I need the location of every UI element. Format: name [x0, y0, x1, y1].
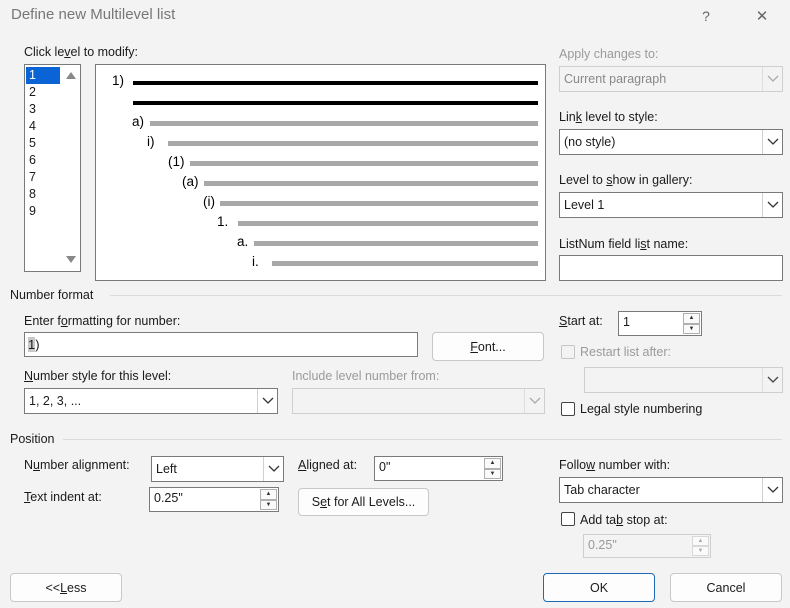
level-item[interactable]: 4 — [26, 118, 60, 135]
preview-label-8: a. — [237, 234, 249, 249]
level-list-label: Click level to modify: — [24, 45, 138, 59]
chevron-down-icon — [524, 389, 544, 413]
level-item[interactable]: 9 — [26, 203, 60, 220]
listnum-input[interactable] — [559, 255, 783, 281]
level-item[interactable]: 1 — [26, 67, 60, 84]
chevron-down-icon — [762, 130, 782, 154]
chevron-down-icon — [762, 193, 782, 217]
gallery-level-select[interactable]: Level 1 — [559, 192, 783, 218]
restart-list-checkbox — [561, 345, 575, 359]
level-listbox[interactable]: 123456789 — [24, 64, 81, 272]
cancel-button[interactable]: Cancel — [670, 573, 782, 602]
spin-down-icon[interactable]: ▼ — [683, 323, 700, 334]
spin-down-icon: ▼ — [692, 546, 709, 556]
legal-style-checkbox[interactable] — [561, 402, 575, 416]
chevron-down-icon — [762, 478, 782, 502]
preview-label-1: 1) — [112, 73, 125, 88]
preview-line-5 — [204, 181, 538, 186]
number-alignment-label: Number alignment: — [24, 458, 130, 472]
apply-changes-select: Current paragraph — [559, 66, 783, 92]
include-level-label: Include level number from: — [292, 369, 440, 383]
ok-button[interactable]: OK — [543, 573, 655, 602]
set-for-all-levels-button[interactable]: Set for All Levels... — [298, 488, 429, 516]
restart-list-select — [584, 367, 783, 393]
position-divider — [63, 439, 782, 440]
spin-up-icon[interactable]: ▲ — [683, 313, 700, 324]
dialog-title: Define new Multilevel list — [11, 6, 176, 23]
chevron-down-icon — [257, 389, 277, 413]
include-level-select — [292, 388, 545, 414]
enter-format-label: Enter formatting for number: — [24, 314, 181, 328]
preview-line-1 — [133, 81, 538, 85]
chevron-down-icon — [263, 457, 283, 481]
follow-number-label: Follow number with: — [559, 458, 671, 472]
gallery-level-label: Level to show in gallery: — [559, 173, 693, 187]
chevron-down-icon — [762, 67, 782, 91]
start-at-spinner[interactable]: 1 ▲ ▼ — [618, 311, 702, 336]
preview-line-9 — [272, 261, 538, 266]
preview-label-2: a) — [132, 114, 145, 129]
listnum-label: ListNum field list name: — [559, 237, 689, 251]
add-tab-stop-label: Add tab stop at: — [580, 513, 668, 527]
link-level-select[interactable]: (no style) — [559, 129, 783, 155]
preview-line-6 — [220, 201, 538, 206]
spin-up-icon: ▲ — [692, 536, 709, 546]
number-format-divider — [110, 295, 782, 296]
level-item[interactable]: 3 — [26, 101, 60, 118]
preview-line-1b — [133, 101, 538, 105]
add-tab-stop-checkbox[interactable] — [561, 512, 575, 526]
apply-changes-label: Apply changes to: — [559, 47, 659, 61]
spin-down-icon[interactable]: ▼ — [260, 499, 277, 510]
start-at-label: Start at: — [559, 314, 603, 328]
level-item[interactable]: 6 — [26, 152, 60, 169]
close-icon: ✕ — [755, 8, 769, 25]
aligned-at-label: Aligned at: — [298, 458, 358, 472]
level-item[interactable]: 5 — [26, 135, 60, 152]
preview-label-7: 1. — [217, 214, 229, 229]
number-alignment-select[interactable]: Left — [151, 456, 284, 482]
tab-stop-spinner: 0.25" ▲ ▼ — [583, 534, 711, 558]
preview-line-8 — [254, 241, 538, 246]
preview-line-2 — [150, 121, 538, 126]
text-indent-spinner[interactable]: 0.25" ▲ ▼ — [149, 487, 279, 512]
preview-label-6: (i) — [203, 194, 215, 209]
spin-down-icon[interactable]: ▼ — [484, 468, 501, 479]
position-section-title: Position — [10, 432, 55, 446]
list-preview: 1) a) i) (1) (a) (i) 1. a. i. — [95, 64, 546, 281]
preview-line-4 — [190, 161, 538, 166]
preview-label-3: i) — [147, 134, 155, 149]
number-style-select[interactable]: 1, 2, 3, ... — [24, 388, 278, 414]
spin-up-icon[interactable]: ▲ — [260, 489, 277, 500]
preview-line-3 — [168, 141, 538, 146]
follow-number-select[interactable]: Tab character — [559, 477, 783, 503]
level-item[interactable]: 8 — [26, 186, 60, 203]
preview-label-4: (1) — [168, 154, 185, 169]
preview-label-9: i. — [252, 254, 259, 269]
text-indent-label: Text indent at: — [24, 490, 102, 504]
format-number-input[interactable]: 1) — [24, 332, 418, 357]
scroll-down-icon[interactable] — [66, 256, 76, 263]
restart-list-label: Restart list after: — [580, 345, 671, 359]
font-button[interactable]: Font... — [432, 332, 544, 361]
level-scrollbar[interactable] — [62, 65, 80, 271]
chevron-down-icon — [762, 368, 782, 392]
less-button[interactable]: << Less — [10, 573, 122, 602]
preview-line-7 — [238, 221, 538, 226]
aligned-at-spinner[interactable]: 0" ▲ ▼ — [374, 456, 503, 481]
level-item[interactable]: 7 — [26, 169, 60, 186]
help-button[interactable]: ? — [686, 2, 726, 30]
close-button[interactable]: ✕ — [742, 2, 782, 30]
scroll-up-icon[interactable] — [66, 72, 76, 79]
preview-label-5: (a) — [182, 174, 199, 189]
legal-style-label: Legal style numbering — [580, 402, 703, 416]
help-icon: ? — [702, 8, 710, 24]
number-style-label: Number style for this level: — [24, 369, 172, 383]
link-level-label: Link level to style: — [559, 110, 658, 124]
spin-up-icon[interactable]: ▲ — [484, 458, 501, 469]
number-format-section-title: Number format — [10, 288, 94, 302]
level-item[interactable]: 2 — [26, 84, 60, 101]
